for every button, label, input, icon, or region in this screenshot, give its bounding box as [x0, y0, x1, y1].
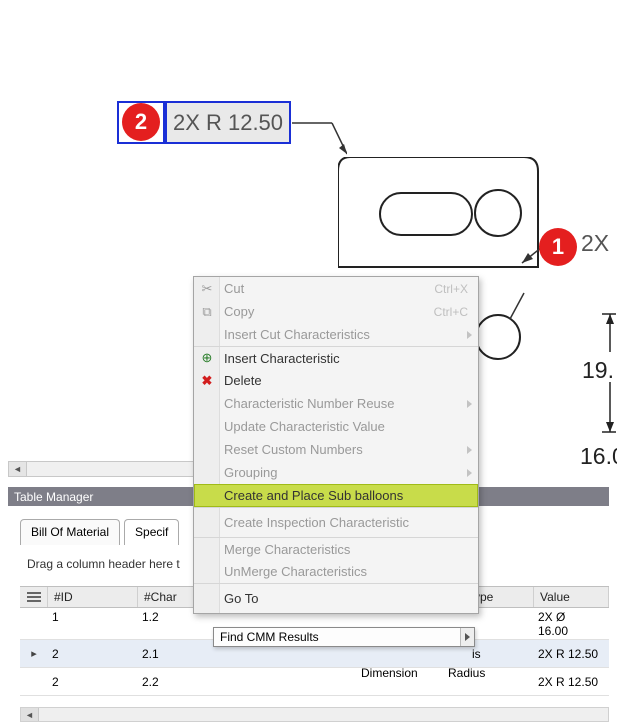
copy-icon: ⧉	[198, 303, 216, 321]
scroll-left-button[interactable]: ◄	[9, 462, 27, 476]
cell-value: 2X R 12.50	[534, 675, 609, 689]
menu-item-cut[interactable]: ✂ CutCtrl+X	[194, 277, 478, 300]
menu-item-go-to[interactable]: Go To	[194, 583, 478, 613]
cell-id: 2	[48, 675, 138, 689]
menu-item-merge-characteristics[interactable]: Merge Characteristics	[194, 537, 478, 560]
balloon-2-circle[interactable]: 2	[122, 103, 160, 141]
delete-icon: ✖	[198, 372, 216, 390]
menu-item-insert-characteristic[interactable]: ⊕ Insert Characteristic	[194, 346, 478, 369]
context-menu: ✂ CutCtrl+X ⧉ CopyCtrl+C Insert Cut Char…	[193, 276, 479, 614]
row-selector-header[interactable]	[20, 587, 48, 607]
dimension-19: 19.	[582, 357, 614, 384]
dimension-16: 16.00	[580, 443, 617, 470]
tabs-row: Bill Of Material Specif	[20, 519, 179, 545]
menu-item-find-cmm-results[interactable]: Find CMM Results	[213, 627, 475, 647]
cell-value: 2X Ø 16.00	[534, 610, 609, 638]
tab-bill-of-material[interactable]: Bill Of Material	[20, 519, 120, 545]
balloon-1-label: 2X	[581, 230, 609, 257]
menu-item-create-inspection-characteristic[interactable]: Create Inspection Characteristic	[194, 507, 478, 537]
menu-item-copy[interactable]: ⧉ CopyCtrl+C	[194, 300, 478, 323]
column-header-value[interactable]: Value	[534, 587, 609, 607]
cell-id: 2	[48, 647, 138, 661]
menu-item-reset-custom-numbers[interactable]: Reset Custom Numbers	[194, 438, 478, 461]
table-horizontal-scrollbar[interactable]: ◄	[20, 707, 609, 722]
menu-item-update-characteristic-value[interactable]: Update Characteristic Value	[194, 415, 478, 438]
row-indicator-arrow: ▸	[20, 647, 48, 660]
panel-title: Table Manager	[14, 490, 93, 504]
cell-value: 2X R 12.50	[534, 647, 609, 661]
label-dimension: Dimension	[361, 666, 418, 680]
balloon-2-dimension[interactable]: 2X R 12.50	[165, 101, 291, 144]
menu-item-delete[interactable]: ✖ Delete	[194, 369, 478, 392]
data-rows: 1 1.2 2X Ø 16.00 ▸ 2 2.1 is 2X R 12.50 2…	[20, 608, 609, 696]
tab-specification[interactable]: Specif	[124, 519, 179, 545]
leader-line	[292, 122, 347, 160]
submenu-arrow-icon	[460, 628, 474, 646]
hamburger-icon	[27, 592, 41, 602]
cell-type: is	[468, 647, 534, 661]
cell-id: 1	[48, 610, 138, 624]
group-by-hint: Drag a column header here t	[27, 557, 180, 571]
column-header-id[interactable]: #ID	[48, 587, 138, 607]
cell-char: 2.2	[138, 675, 468, 689]
menu-item-characteristic-number-reuse[interactable]: Characteristic Number Reuse	[194, 392, 478, 415]
cell-char: 2.1	[138, 647, 468, 661]
insert-icon: ⊕	[198, 349, 216, 367]
menu-item-create-place-sub-balloons[interactable]: Create and Place Sub balloons	[194, 484, 478, 507]
menu-item-grouping[interactable]: Grouping	[194, 461, 478, 484]
canvas-horizontal-scrollbar[interactable]: ◄	[8, 461, 198, 477]
label-radius: Radius	[448, 666, 485, 680]
scroll-left-button[interactable]: ◄	[21, 708, 39, 721]
menu-item-insert-cut-characteristics[interactable]: Insert Cut Characteristics	[194, 323, 478, 346]
balloon-1-circle[interactable]: 1	[539, 228, 577, 266]
cut-icon: ✂	[198, 280, 216, 298]
table-row[interactable]: 2 2.2 2X R 12.50	[20, 668, 609, 696]
menu-item-unmerge-characteristics[interactable]: UnMerge Characteristics	[194, 560, 478, 583]
